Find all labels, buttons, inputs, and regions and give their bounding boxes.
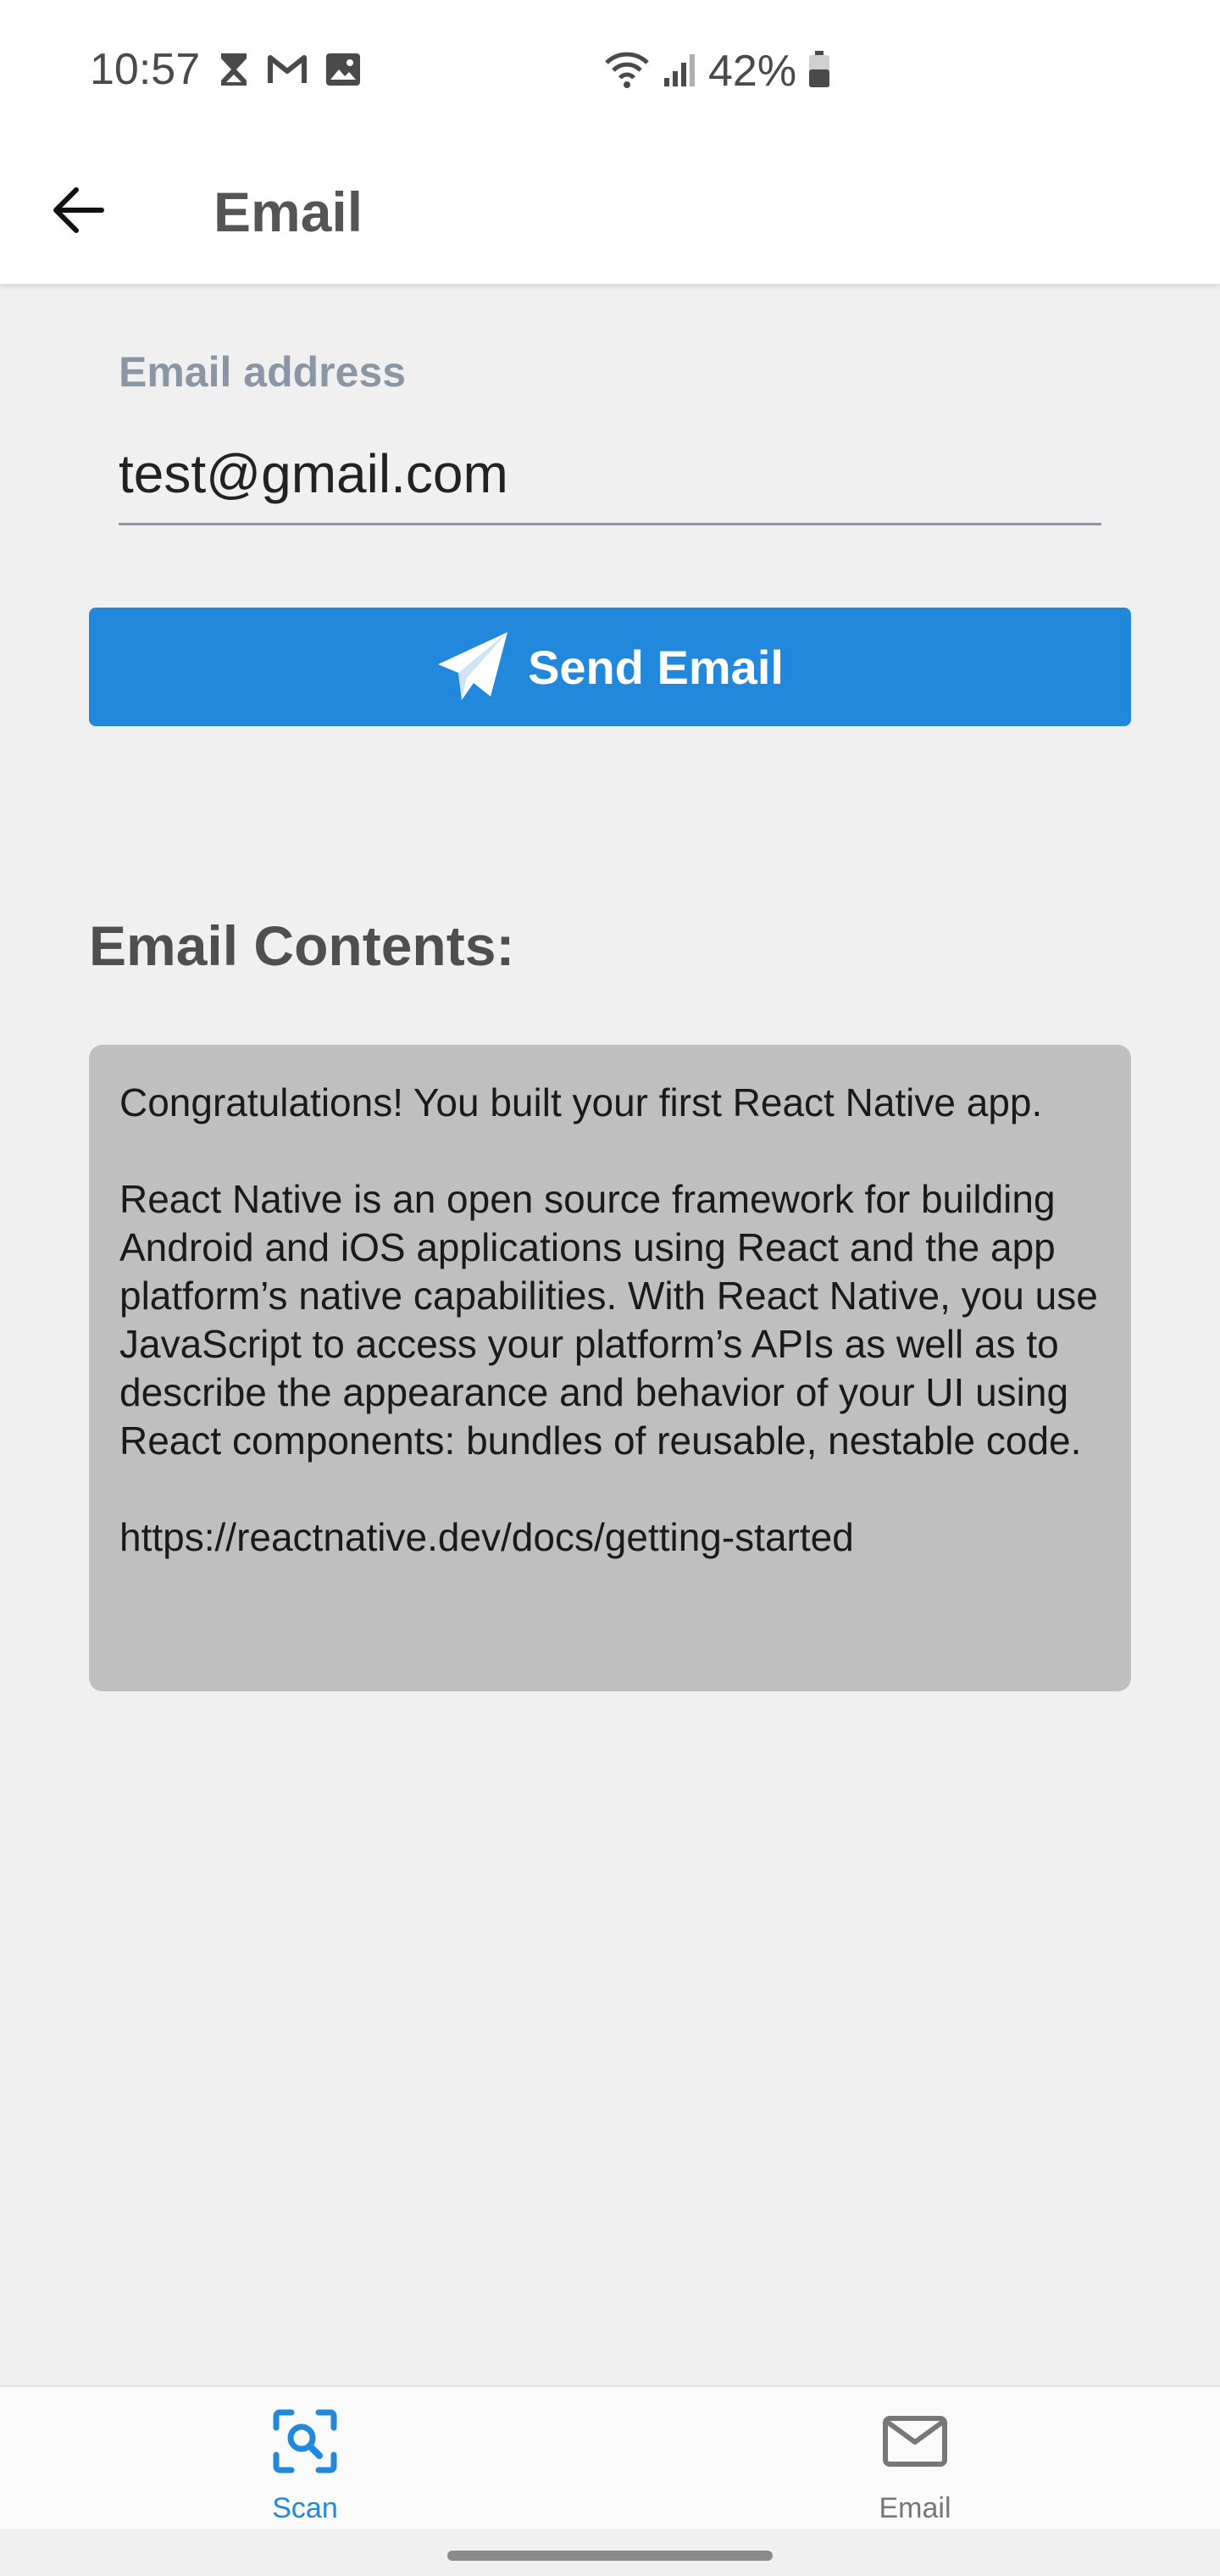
arrow-left-icon xyxy=(51,186,105,238)
system-icons: 42% xyxy=(603,46,830,97)
back-button[interactable] xyxy=(34,168,122,256)
send-email-button[interactable]: Send Email xyxy=(89,608,1131,726)
battery-percent: 42% xyxy=(708,47,797,96)
send-email-label: Send Email xyxy=(528,640,784,694)
bottom-nav: Scan Email xyxy=(0,2385,1220,2531)
battery-icon xyxy=(808,50,830,92)
tab-scan-label: Scan xyxy=(272,2492,338,2524)
email-contents-box: Congratulations! You built your first Re… xyxy=(89,1045,1131,1691)
email-field[interactable] xyxy=(119,424,1101,525)
contents-link: https://reactnative.dev/docs/getting-sta… xyxy=(119,1515,854,1559)
contents-paragraph-2: React Native is an open source framework… xyxy=(119,1177,1098,1463)
gmail-icon xyxy=(268,54,307,89)
contents-paragraph-1: Congratulations! You built your first Re… xyxy=(119,1080,1043,1124)
notification-icons xyxy=(219,51,361,92)
email-contents-heading: Email Contents: xyxy=(89,914,515,977)
signal-icon xyxy=(663,51,696,92)
home-indicator[interactable] xyxy=(447,2551,773,2561)
hourglass-icon xyxy=(219,51,249,92)
app-bar: Email xyxy=(0,144,1220,284)
page-title: Email xyxy=(214,180,363,243)
scan-search-icon xyxy=(271,2407,339,2479)
paper-plane-icon xyxy=(436,630,509,704)
wifi-icon xyxy=(603,49,651,94)
mail-icon xyxy=(882,2415,948,2472)
image-icon xyxy=(325,53,361,91)
tab-email[interactable]: Email xyxy=(762,2387,1068,2531)
status-time: 10:57 xyxy=(90,45,201,94)
tab-scan[interactable]: Scan xyxy=(152,2387,458,2531)
status-bar: 10:57 42% xyxy=(0,0,1220,144)
tab-email-label: Email xyxy=(879,2492,951,2524)
email-address-label: Email address xyxy=(119,348,407,396)
